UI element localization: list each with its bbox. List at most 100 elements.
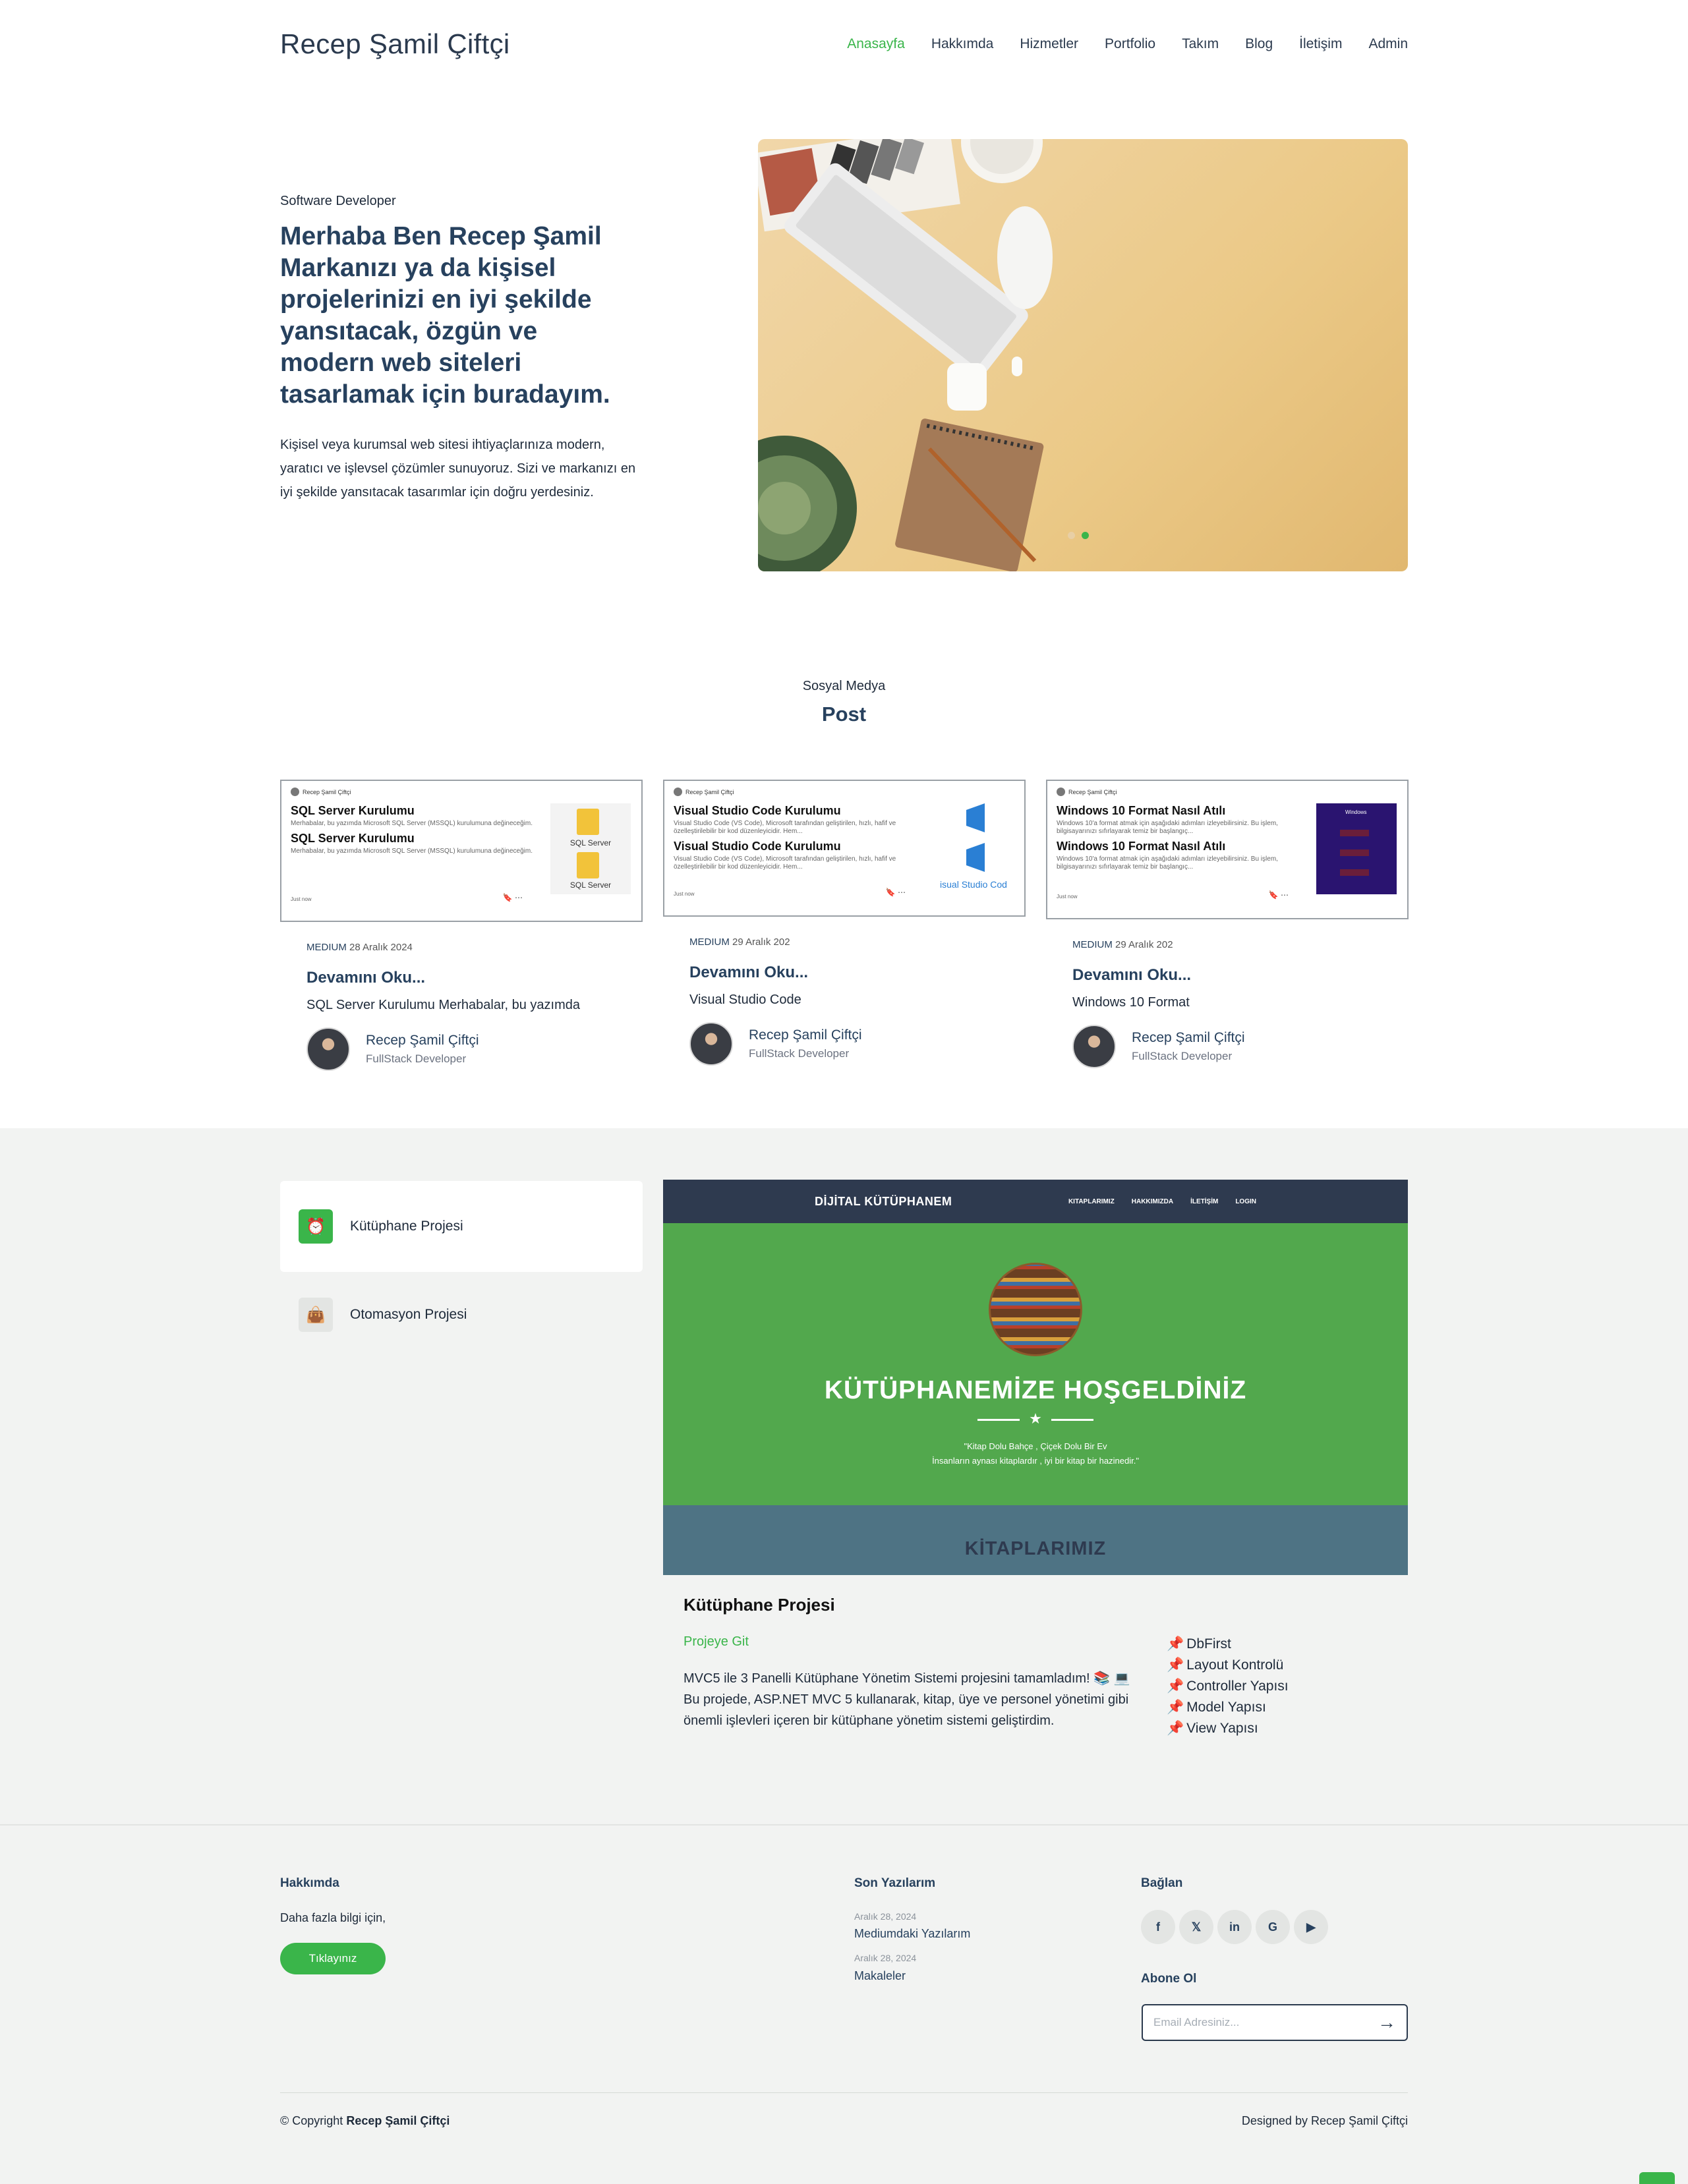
- shot-author: Recep Şamil Çiftçi: [674, 788, 1015, 796]
- avatar: [689, 1022, 733, 1066]
- site-brand[interactable]: Recep Şamil Çiftçi: [280, 28, 510, 60]
- shot-author: Recep Şamil Çiftçi: [1057, 788, 1398, 796]
- thumb-label-repeat: SQL Server: [570, 880, 611, 890]
- slider-dot-1[interactable]: [1068, 532, 1075, 539]
- post-card-screenshot[interactable]: Recep Şamil Çiftçi Visual Studio Code Ku…: [663, 780, 1026, 917]
- project-description: MVC5 ile 3 Panelli Kütüphane Yönetim Sis…: [684, 1671, 1130, 1728]
- google-play-icon[interactable]: ▶: [1294, 1910, 1328, 1944]
- ps-quote: "Kitap Dolu Bahçe , Çiçek Dolu Bir Ev İn…: [663, 1439, 1408, 1468]
- footer-post-date: Aralık 28, 2024: [854, 1953, 917, 1963]
- ps-links: KITAPLARIMIZ HAKKIMIZDA İLETİŞİM LOGIN: [1068, 1198, 1256, 1205]
- read-more-link[interactable]: Devamını Oku...: [689, 963, 1026, 982]
- footer-click-button[interactable]: Tıklayınız: [280, 1943, 386, 1974]
- shot-text: Merhabalar, bu yazımda Microsoft SQL Ser…: [291, 820, 533, 827]
- read-more-link[interactable]: Devamını Oku...: [1072, 966, 1409, 985]
- project-title: Kütüphane Projesi: [684, 1595, 835, 1615]
- hero-title: Merhaba Ben Recep Şamil Markanızı ya da …: [280, 222, 610, 409]
- tab-otomasyon-projesi[interactable]: 👜 Otomasyon Projesi: [280, 1269, 643, 1360]
- email-input[interactable]: [1153, 2016, 1378, 2029]
- shot-text: Windows 10'a format atmak için aşağıdaki…: [1057, 820, 1278, 835]
- post-date: 28 Aralık 2024: [349, 942, 413, 953]
- post-source: MEDIUM: [689, 936, 730, 948]
- author-role: FullStack Developer: [366, 1052, 467, 1065]
- alarm-clock-icon: ⏰: [299, 1209, 333, 1244]
- nav-item-anasayfa[interactable]: Anasayfa: [847, 36, 905, 52]
- post-meta: MEDIUM 28 Aralık 2024: [306, 942, 643, 953]
- nav-item-portfolio[interactable]: Portfolio: [1105, 36, 1155, 52]
- sql-server-thumbnail: SQL Server SQL Server: [550, 803, 631, 894]
- tab-label: Kütüphane Projesi: [350, 1219, 463, 1234]
- post-meta: MEDIUM 29 Aralık 202: [689, 936, 1026, 948]
- ps-link: LOGIN: [1235, 1197, 1256, 1205]
- main-nav: Anasayfa Hakkımda Hizmetler Portfolio Ta…: [847, 36, 1408, 52]
- post-date: 29 Aralık 202: [1115, 939, 1173, 950]
- avatar: [306, 1027, 350, 1071]
- feature-item: Controller Yapısı: [1167, 1676, 1288, 1697]
- ps-quote-line: İnsanların aynası kitaplardır , iyi bir …: [932, 1456, 1139, 1466]
- project-link[interactable]: Projeye Git: [684, 1634, 749, 1650]
- post-card-screenshot[interactable]: Recep Şamil Çiftçi Windows 10 Format Nas…: [1046, 780, 1409, 919]
- slider-dot-2[interactable]: [1082, 532, 1089, 539]
- back-to-top-button[interactable]: [1639, 2172, 1675, 2184]
- post-meta: MEDIUM 29 Aralık 202: [1072, 939, 1409, 950]
- footer-post-date: Aralık 28, 2024: [854, 1911, 917, 1922]
- post-card: Recep Şamil Çiftçi Visual Studio Code Ku…: [663, 780, 1026, 1066]
- footer-divider: [280, 2092, 1408, 2093]
- shot-text-repeat: Merhabalar, bu yazımda Microsoft SQL Ser…: [291, 848, 533, 855]
- footer-post-link[interactable]: Makaleler: [854, 1969, 906, 1983]
- footer-post-link[interactable]: Mediumdaki Yazılarım: [854, 1927, 970, 1941]
- nav-item-admin[interactable]: Admin: [1368, 36, 1408, 52]
- bookshelf-image: [989, 1263, 1082, 1356]
- mini-avatar: [674, 788, 682, 796]
- post-author: Recep Şamil Çiftçi FullStack Developer: [689, 1022, 1026, 1066]
- ps-books-section: KİTAPLARIMIZ: [663, 1505, 1408, 1575]
- feature-item: Model Yapısı: [1167, 1697, 1289, 1718]
- facebook-icon[interactable]: f: [1141, 1910, 1175, 1944]
- shot-text: Visual Studio Code (VS Code), Microsoft …: [674, 820, 896, 835]
- designed-by: Designed by Recep Şamil Çiftçi: [1241, 2114, 1408, 2127]
- nav-item-hakkimda[interactable]: Hakkımda: [931, 36, 994, 52]
- nav-item-blog[interactable]: Blog: [1245, 36, 1273, 52]
- post-subtitle: Windows 10 Format: [1072, 995, 1190, 1010]
- shot-author-name: Recep Şamil Çiftçi: [1068, 788, 1117, 795]
- mini-avatar: [291, 788, 299, 796]
- feature-item: Layout Kontrolü: [1167, 1655, 1289, 1676]
- site-header: Recep Şamil Çiftçi Anasayfa Hakkımda Hiz…: [280, 25, 1408, 63]
- arrow-right-icon[interactable]: →: [1378, 2012, 1396, 2033]
- ps-section-title: KİTAPLARIMIZ: [964, 1538, 1107, 1559]
- post-card: Recep Şamil Çiftçi Windows 10 Format Nas…: [1046, 780, 1409, 1068]
- desk-workspace-photo: [758, 139, 1053, 571]
- post-card-screenshot[interactable]: Recep Şamil Çiftçi SQL Server Kurulumu M…: [280, 780, 643, 922]
- bookmark-more-icons: 🔖 ⋯: [1268, 890, 1289, 900]
- shot-timestamp: Just now: [674, 891, 695, 897]
- feature-item: View Yapısı: [1167, 1718, 1289, 1739]
- linkedin-icon[interactable]: in: [1217, 1910, 1252, 1944]
- shot-timestamp: Just now: [1057, 894, 1078, 900]
- thumb-label: isual Studio Cod: [940, 879, 1007, 890]
- bookmark-more-icons: 🔖 ⋯: [502, 893, 523, 902]
- post-subtitle: SQL Server Kurulumu Merhabalar, bu yazım…: [306, 998, 581, 1012]
- shot-text-repeat: Visual Studio Code (VS Code), Microsoft …: [674, 855, 896, 871]
- slider-dots: [1068, 532, 1089, 539]
- thumb-label: Windows: [1345, 809, 1366, 815]
- nav-item-iletisim[interactable]: İletişim: [1299, 36, 1342, 52]
- mini-avatar: [1057, 788, 1065, 796]
- footer-about-heading: Hakkımda: [280, 1876, 339, 1890]
- tab-kutuphane-projesi[interactable]: ⏰ Kütüphane Projesi: [280, 1181, 643, 1272]
- ps-navbar: DİJİTAL KÜTÜPHANEM KITAPLARIMIZ HAKKIMIZ…: [663, 1180, 1408, 1223]
- post-source: MEDIUM: [1072, 939, 1113, 950]
- google-icon[interactable]: G: [1256, 1910, 1290, 1944]
- author-name: Recep Şamil Çiftçi: [1132, 1030, 1245, 1045]
- copyright-name: Recep Şamil Çiftçi: [346, 2114, 450, 2127]
- read-more-link[interactable]: Devamını Oku...: [306, 969, 643, 987]
- shot-author-name: Recep Şamil Çiftçi: [303, 788, 351, 795]
- post-card: Recep Şamil Çiftçi SQL Server Kurulumu M…: [280, 780, 643, 1071]
- author-role: FullStack Developer: [749, 1047, 850, 1060]
- nav-item-takim[interactable]: Takım: [1182, 36, 1219, 52]
- hero-text: Software Developer Merhaba Ben Recep Şam…: [280, 194, 636, 504]
- shot-author: Recep Şamil Çiftçi: [291, 788, 632, 796]
- x-icon[interactable]: 𝕏: [1179, 1910, 1213, 1944]
- nav-item-hizmetler[interactable]: Hizmetler: [1020, 36, 1078, 52]
- post-date: 29 Aralık 202: [732, 936, 790, 948]
- post-author: Recep Şamil Çiftçi FullStack Developer: [1072, 1025, 1409, 1068]
